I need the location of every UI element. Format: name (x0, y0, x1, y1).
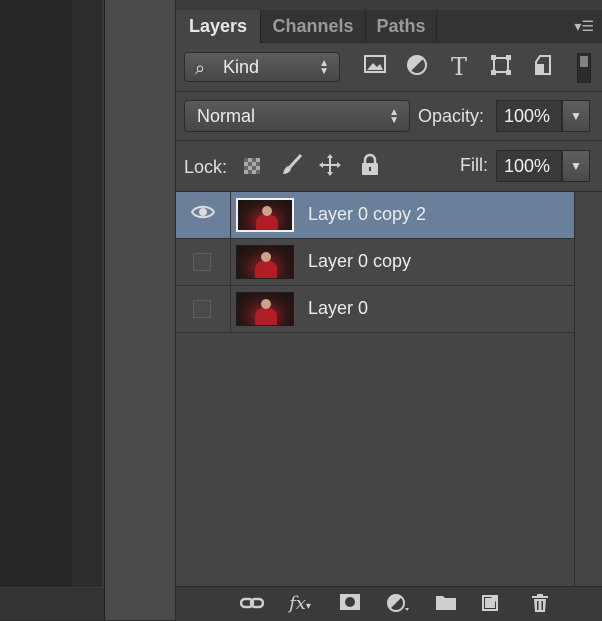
add-mask-icon[interactable] (338, 593, 362, 615)
side-dock (104, 0, 177, 620)
filter-toggle-switch[interactable] (577, 53, 591, 83)
type-filter-icon[interactable]: T (446, 54, 472, 80)
visibility-cell[interactable] (176, 192, 231, 238)
lock-transparent-pixels-icon[interactable] (244, 158, 260, 174)
tab-channels[interactable]: Channels (261, 10, 366, 42)
filter-row: ⌕ Kind ▲ ▼ T (176, 43, 602, 91)
panel-tabs: Layers Channels Paths ▾☰ (176, 10, 602, 43)
layers-list: Layer 0 copy 2 Layer 0 copy Layer 0 (176, 192, 575, 586)
fill-input[interactable]: 100% (496, 150, 562, 182)
layer-thumbnail[interactable] (236, 292, 294, 326)
layer-name[interactable]: Layer 0 copy 2 (308, 204, 426, 225)
chevron-down-icon: ▼ (570, 109, 582, 123)
filter-kind-label: Kind (223, 57, 260, 77)
adjustment-filter-icon[interactable] (404, 54, 430, 80)
search-icon: ⌕ (195, 58, 206, 78)
lock-row: Lock: Fill: 100% ▼ (176, 141, 602, 191)
lock-image-pixels-icon[interactable] (280, 153, 304, 177)
shape-filter-icon[interactable] (488, 54, 514, 80)
select-arrows-icon: ▲ ▼ (319, 58, 329, 77)
new-layer-icon[interactable] (478, 593, 502, 615)
visibility-toggle[interactable] (193, 253, 211, 271)
fill-label: Fill: (460, 155, 488, 175)
visibility-cell[interactable] (176, 239, 231, 285)
select-arrows-icon: ▲ ▼ (389, 107, 399, 126)
panel-footer: fx▾ (176, 586, 602, 621)
blend-mode-select[interactable]: Normal ▲ ▼ (184, 100, 410, 132)
canvas-edge (72, 0, 104, 620)
layer-name[interactable]: Layer 0 (308, 298, 368, 319)
filter-kind-select[interactable]: ⌕ Kind ▲ ▼ (184, 52, 340, 82)
layer-row[interactable]: Layer 0 (176, 286, 574, 333)
visibility-cell[interactable] (176, 286, 231, 332)
tab-paths[interactable]: Paths (366, 10, 437, 42)
blend-row: Normal ▲ ▼ Opacity: 100% ▼ (176, 92, 602, 140)
layer-row[interactable]: Layer 0 copy 2 (176, 192, 574, 239)
image-filter-icon[interactable] (362, 54, 388, 80)
lock-label: Lock: (184, 157, 228, 177)
lock-position-icon[interactable] (318, 153, 342, 177)
smart-object-filter-icon[interactable] (530, 54, 556, 80)
new-group-icon[interactable] (434, 593, 458, 615)
layer-name[interactable]: Layer 0 copy (308, 251, 411, 272)
lock-all-icon[interactable] (358, 153, 382, 177)
blend-mode-label: Normal (197, 106, 256, 126)
canvas-area (0, 0, 72, 620)
opacity-label: Opacity: (418, 106, 485, 126)
new-adjustment-layer-icon[interactable] (386, 593, 410, 615)
delete-layer-icon[interactable] (528, 593, 552, 615)
panel-menu-icon[interactable]: ▾☰ (574, 18, 594, 35)
visibility-toggle[interactable] (193, 300, 211, 318)
layer-thumbnail[interactable] (236, 198, 294, 232)
opacity-input[interactable]: 100% (496, 100, 562, 132)
tab-layers[interactable]: Layers (176, 10, 261, 43)
chevron-down-icon: ▼ (570, 159, 582, 173)
layers-panel: Layers Channels Paths ▾☰ ⌕ Kind ▲ ▼ T Nor… (176, 0, 602, 621)
status-area (0, 587, 104, 620)
opacity-dropdown-button[interactable]: ▼ (562, 100, 590, 132)
layer-row[interactable]: Layer 0 copy (176, 239, 574, 286)
layer-thumbnail[interactable] (236, 245, 294, 279)
fx-icon[interactable]: fx▾ (288, 593, 312, 615)
fill-dropdown-button[interactable]: ▼ (562, 150, 590, 182)
link-layers-icon[interactable] (239, 593, 265, 615)
eye-icon[interactable] (190, 203, 216, 225)
